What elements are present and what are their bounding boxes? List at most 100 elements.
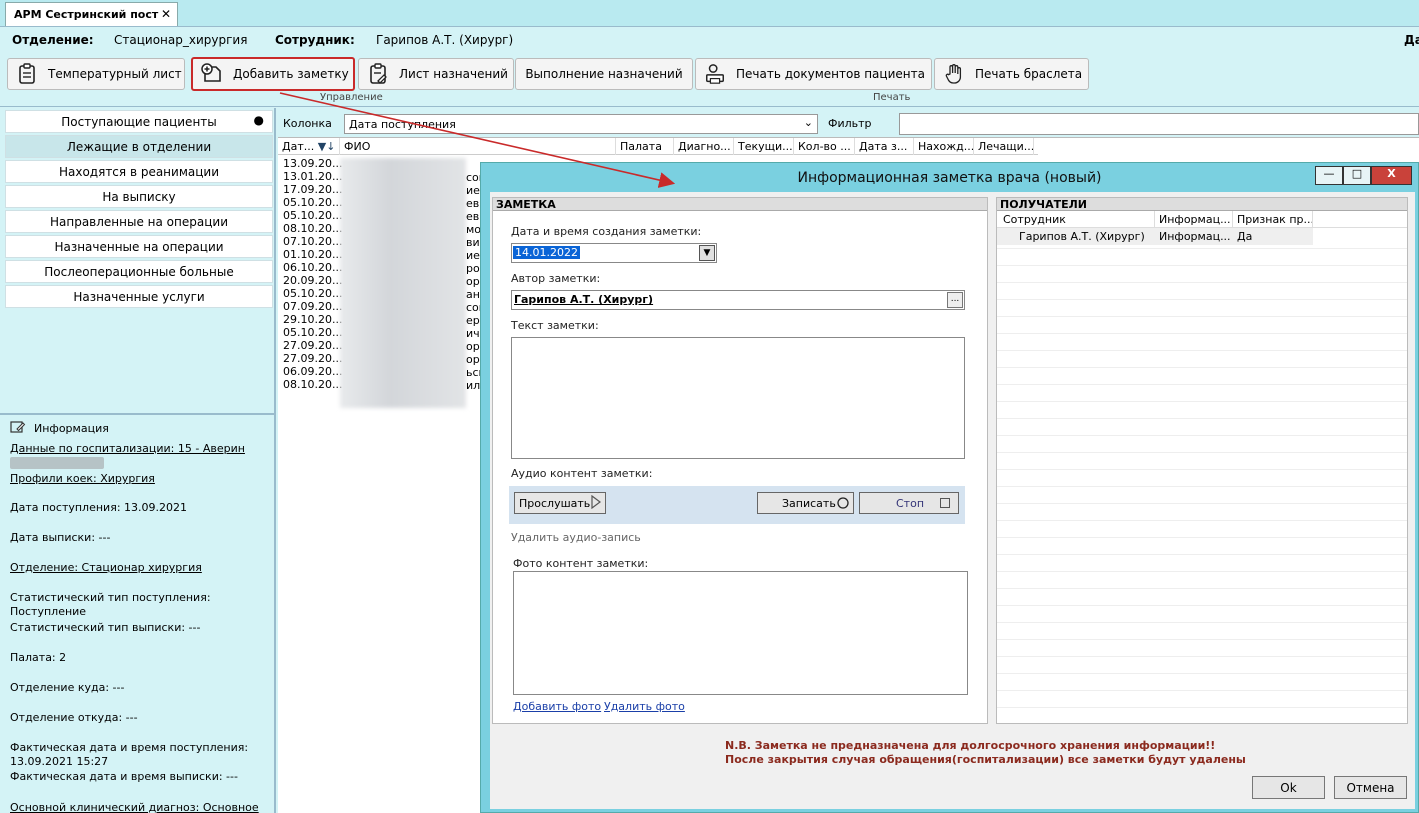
grid-date-cell[interactable]: 27.09.20...	[283, 339, 342, 352]
grid-date-cell[interactable]: 05.10.20...	[283, 196, 342, 209]
gridline	[997, 248, 1407, 249]
col-date-z[interactable]: Дата з...	[855, 138, 914, 155]
close-icon[interactable]: X	[1371, 166, 1412, 185]
rcol-employee[interactable]: Сотрудник	[997, 211, 1155, 228]
date-picker[interactable]: 14.01.2022 ▼	[511, 243, 717, 263]
execute-prescriptions-button[interactable]: Выполнение назначений	[515, 58, 693, 90]
grid-date-cell[interactable]: 01.10.20...	[283, 248, 342, 261]
nav-label: Направленные на операции	[49, 215, 228, 229]
grid-date-cell[interactable]: 05.10.20...	[283, 326, 342, 339]
filter-input[interactable]	[899, 113, 1419, 135]
print-bracelet-button[interactable]: Печать браслета	[934, 58, 1089, 90]
nav-label: Поступающие пациенты	[61, 115, 217, 129]
col-fio[interactable]: ФИО	[340, 138, 616, 155]
grid-date-cell[interactable]: 29.10.20...	[283, 313, 342, 326]
nav-postoperative[interactable]: Послеоперационные больные	[5, 260, 273, 283]
grid-date-cell[interactable]: 06.10.20...	[283, 261, 342, 274]
column-select[interactable]: Дата поступления ⌄	[344, 114, 818, 134]
col-doctor[interactable]: Лечащи...	[974, 138, 1034, 155]
hospitalization-link[interactable]: Данные по госпитализации: 15 - Аверин	[10, 442, 266, 456]
grid-date-cell[interactable]: 05.10.20...	[283, 287, 342, 300]
record-label: Записать	[782, 497, 836, 510]
delete-photo-link[interactable]: Удалить фото	[604, 700, 685, 713]
fact-discharge-datetime: Фактическая дата и время выписки: ---	[10, 770, 238, 783]
gridline	[997, 554, 1407, 555]
ok-button[interactable]: Ok	[1252, 776, 1325, 799]
recipient-info: Информац...	[1159, 230, 1231, 243]
grid-date-cell[interactable]: 05.10.20...	[283, 209, 342, 222]
col-current[interactable]: Текущи...	[734, 138, 794, 155]
grid-date-cell[interactable]: 07.10.20...	[283, 235, 342, 248]
audio-label: Аудио контент заметки:	[511, 467, 653, 480]
rcol-flag[interactable]: Признак пр...	[1233, 211, 1313, 228]
nav-to-discharge[interactable]: На выписку	[5, 185, 273, 208]
add-note-button[interactable]: Добавить заметку	[191, 57, 355, 91]
grid-date-cell[interactable]: 08.10.20...	[283, 222, 342, 235]
record-circle-icon	[837, 497, 849, 512]
rcol-info[interactable]: Информац...	[1155, 211, 1233, 228]
column-select-value: Дата поступления	[349, 118, 456, 131]
grid-date-cell[interactable]: 20.09.20...	[283, 274, 342, 287]
stop-button[interactable]: Стоп	[859, 492, 959, 514]
recipients-panel-header: ПОЛУЧАТЕЛИ	[997, 198, 1407, 211]
nav-scheduled-surgery[interactable]: Назначенные на операции	[5, 235, 273, 258]
nav-assigned-services[interactable]: Назначенные услуги	[5, 285, 273, 308]
author-field[interactable]: Гарипов А.Т. (Хирург) ...	[511, 290, 965, 310]
grid-date-cell[interactable]: 07.09.20...	[283, 300, 342, 313]
nav-label: На выписку	[102, 190, 176, 204]
delete-audio-link[interactable]: Удалить аудио-запись	[511, 531, 641, 544]
minimize-icon[interactable]: —	[1315, 166, 1343, 185]
gridline	[997, 384, 1407, 385]
grid-date-cell[interactable]: 27.09.20...	[283, 352, 342, 365]
chevron-down-icon[interactable]: ▼	[699, 245, 715, 261]
nav-in-department[interactable]: Лежащие в отделении	[5, 135, 273, 158]
nav-label: Послеоперационные больные	[44, 265, 234, 279]
filter-bar: Колонка Дата поступления ⌄ Фильтр	[278, 112, 1419, 136]
add-note-icon	[201, 63, 223, 85]
date-label: Да	[1404, 33, 1419, 47]
main-diagnosis-link[interactable]: Основной клинический диагноз: Основное	[10, 801, 266, 813]
col-location[interactable]: Нахожд...	[914, 138, 974, 155]
col-count[interactable]: Кол-во ...	[794, 138, 855, 155]
recipient-employee: Гарипов А.Т. (Хирург)	[1019, 230, 1145, 243]
tab-arm-nurse-post[interactable]: АРМ Сестринский пост ✕	[5, 2, 178, 26]
nav-referred-to-surgery[interactable]: Направленные на операции	[5, 210, 273, 233]
gridline	[997, 401, 1407, 402]
add-photo-link[interactable]: Добавить фото	[513, 700, 601, 713]
department-link[interactable]: Отделение: Стационар хирургия	[10, 561, 266, 575]
dept-label: Отделение:	[12, 33, 94, 47]
printer-user-icon	[704, 63, 726, 85]
maximize-icon[interactable]: □	[1343, 166, 1371, 185]
col-diagnosis[interactable]: Диагно...	[674, 138, 734, 155]
cancel-button[interactable]: Отмена	[1334, 776, 1407, 799]
grid-date-cell[interactable]: 06.09.20...	[283, 365, 342, 378]
ellipsis-button[interactable]: ...	[947, 292, 963, 308]
grid-date-cell[interactable]: 13.09.20...	[283, 157, 342, 170]
clipboard-list-icon	[16, 63, 38, 85]
listen-button[interactable]: Прослушать	[514, 492, 606, 514]
col-admit-date[interactable]: Дат... ▼↓	[278, 138, 340, 155]
prescriptions-sheet-button[interactable]: Лист назначений	[358, 58, 514, 90]
text-label: Текст заметки:	[511, 319, 599, 332]
tab-close-icon[interactable]: ✕	[161, 7, 171, 21]
bed-profile-link[interactable]: Профили коек: Хирургия	[10, 472, 266, 486]
note-panel: ЗАМЕТКА Дата и время создания заметки: 1…	[492, 197, 988, 724]
grid-date-cell[interactable]: 17.09.20...	[283, 183, 342, 196]
stat-admit-type-value: Поступление	[10, 605, 87, 618]
record-button[interactable]: Записать	[757, 492, 854, 514]
recipient-row[interactable]: Гарипов А.Т. (Хирург) Информац... Да	[997, 228, 1313, 245]
photo-label: Фото контент заметки:	[513, 557, 649, 570]
nav-in-icu[interactable]: Находятся в реанимации	[5, 160, 273, 183]
gridline	[997, 571, 1407, 572]
note-text-area[interactable]	[511, 337, 965, 459]
grid-date-cell[interactable]: 13.01.20...	[283, 170, 342, 183]
col-ward[interactable]: Палата	[616, 138, 674, 155]
nav-incoming-patients[interactable]: Поступающие пациенты ●	[5, 110, 273, 133]
photo-area[interactable]	[513, 571, 968, 695]
recipients-header: Сотрудник Информац... Признак пр...	[997, 211, 1407, 228]
print-patient-docs-button[interactable]: Печать документов пациента	[695, 58, 932, 90]
department-to: Отделение куда: ---	[10, 681, 125, 694]
edit-note-icon	[10, 420, 26, 437]
grid-date-cell[interactable]: 08.10.20...	[283, 378, 342, 391]
temperature-sheet-button[interactable]: Температурный лист	[7, 58, 185, 90]
